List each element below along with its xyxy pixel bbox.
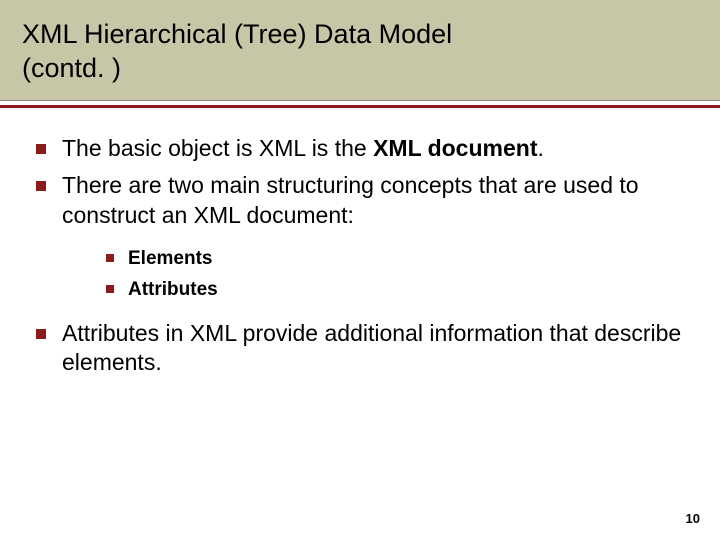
list-item: Attributes [102,278,690,303]
sub-bullet-list: Elements Attributes [102,247,690,302]
bullet-text-post: . [537,135,543,161]
slide-header: XML Hierarchical (Tree) Data Model (cont… [0,0,720,101]
list-item: Attributes in XML provide additional inf… [30,319,690,379]
bullet-text-bold: XML document [373,135,537,161]
sub-bullet-text: Attributes [128,279,218,300]
list-item: The basic object is XML is the XML docum… [30,134,690,164]
list-item: Elements [102,247,690,272]
list-item: There are two main structuring concepts … [30,171,690,302]
bullet-list: The basic object is XML is the XML docum… [30,134,690,379]
page-number: 10 [686,511,700,526]
bullet-text: Attributes in XML provide additional inf… [62,320,681,376]
bullet-text: There are two main structuring concepts … [62,172,639,228]
bullet-text-pre: The basic object is XML is the [62,135,373,161]
title-line-2: (contd. ) [22,53,121,83]
slide-title: XML Hierarchical (Tree) Data Model (cont… [22,18,698,86]
slide-content: The basic object is XML is the XML docum… [0,108,720,379]
sub-bullet-text: Elements [128,248,212,269]
title-line-1: XML Hierarchical (Tree) Data Model [22,19,452,49]
